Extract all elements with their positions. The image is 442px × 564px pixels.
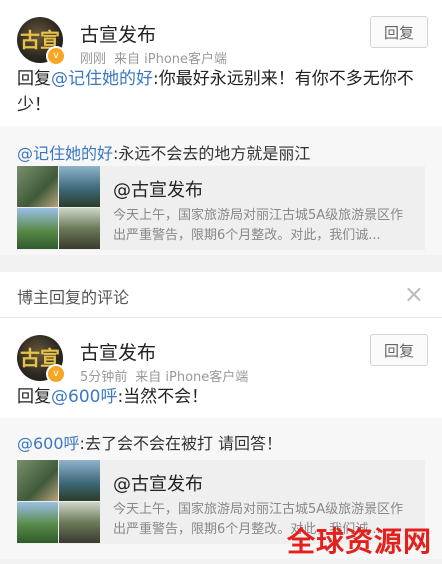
reply-button[interactable]: 回复: [370, 16, 428, 48]
watermark-logo: 全球资源网: [286, 525, 432, 558]
original-comment-text: @记住她的好:永远不会去的地方就是丽江: [17, 144, 311, 163]
thumbnail-image: [59, 208, 100, 249]
shared-post-card[interactable]: @古宣发布 今天上午，国家旅游局对丽江古城5A级旅游景区作出严重警告，限期6个月…: [17, 166, 425, 250]
mention-link[interactable]: @600呼: [51, 387, 117, 407]
mention-link[interactable]: @记住她的好: [17, 144, 113, 163]
thumbnail-image: [59, 502, 100, 543]
post-thumbnail-grid: [17, 166, 101, 250]
comment-meta: 5分钟前 来自 iPhone客户端: [80, 366, 248, 385]
verified-badge-icon: v: [46, 46, 66, 66]
timestamp: 5分钟前: [80, 370, 128, 385]
username[interactable]: 古宣发布: [80, 338, 156, 365]
reply-text: 回复@600呼:当然不会！: [17, 387, 209, 407]
shared-post-desc: 今天上午，国家旅游局对丽江古城5A级旅游景区作出严重警告，限期6个月整改。对此，…: [113, 208, 404, 243]
thumbnail-image: [17, 502, 58, 543]
reply-button[interactable]: 回复: [370, 334, 428, 366]
thumbnail-image: [59, 166, 100, 207]
verified-badge-icon: v: [46, 364, 66, 384]
original-comment-text: @600呼:去了会不会在被打 请回答！: [17, 434, 283, 453]
shared-post-title: @古宣发布: [113, 474, 203, 495]
client-source: 来自 iPhone客户端: [135, 370, 249, 385]
thumbnail-image: [17, 208, 58, 249]
close-icon[interactable]: ×: [404, 280, 424, 308]
mention-link[interactable]: @600呼: [17, 434, 80, 453]
avatar[interactable]: 古宣 v: [17, 17, 66, 66]
thumbnail-image: [17, 166, 58, 207]
shared-post-title: @古宣发布: [113, 180, 203, 201]
avatar[interactable]: 古宣 v: [17, 335, 66, 384]
reply-text: 回复@记住她的好:你最好永远别来！有你不多无你不少！: [17, 69, 414, 115]
post-thumbnail-grid: [17, 460, 101, 544]
thumbnail-image: [17, 460, 58, 501]
original-comment[interactable]: @记住她的好:永远不会去的地方就是丽江 @古宣发布 今天上午，国家旅游局对丽江古…: [0, 126, 442, 255]
section-header: 博主回复的评论 ×: [0, 272, 442, 318]
timestamp: 刚刚: [80, 52, 107, 67]
comment-meta: 刚刚 来自 iPhone客户端: [80, 48, 227, 67]
section-title: 博主回复的评论: [17, 288, 130, 307]
username[interactable]: 古宣发布: [80, 20, 156, 47]
comment-card: 古宣 v 古宣发布 刚刚 来自 iPhone客户端 回复 回复@记住她的好:你最好…: [0, 0, 442, 255]
mention-link[interactable]: @记住她的好: [51, 69, 153, 89]
client-source: 来自 iPhone客户端: [114, 52, 228, 67]
thumbnail-image: [59, 460, 100, 501]
